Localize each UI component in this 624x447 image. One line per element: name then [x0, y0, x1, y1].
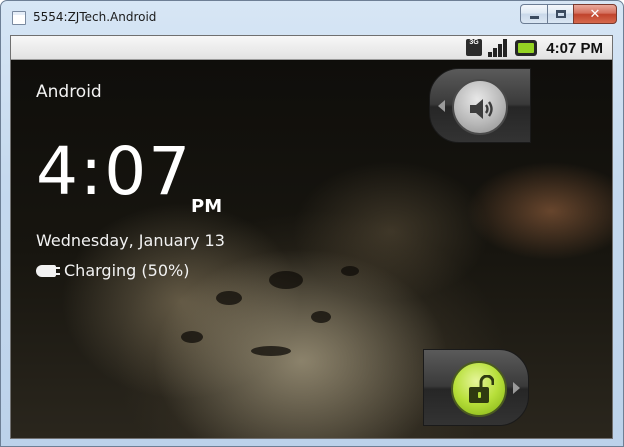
- carrier-label: Android: [36, 82, 102, 102]
- charging-status: Charging (50%): [36, 261, 189, 280]
- app-icon: [12, 11, 26, 25]
- window-title: 5554:ZJTech.Android: [33, 10, 157, 24]
- charging-label: Charging (50%): [64, 261, 190, 280]
- close-button[interactable]: ✕: [573, 4, 617, 24]
- status-bar-time: 4:07 PM: [546, 40, 603, 57]
- status-bar[interactable]: 3G 4:07 PM: [11, 36, 612, 60]
- charging-plug-icon: [36, 264, 60, 277]
- unlock-tab[interactable]: [423, 349, 529, 426]
- clock-ampm: PM: [191, 196, 223, 217]
- battery-charging-icon: [515, 40, 537, 56]
- wallpaper-spot: [216, 291, 242, 305]
- speaker-volume-icon: [470, 99, 493, 119]
- emulator-window: 5554:ZJTech.Android ✕ 3G 4:07 PM Android…: [0, 0, 624, 447]
- arrow-left-icon: [438, 100, 445, 112]
- close-icon: ✕: [589, 6, 601, 21]
- minimize-button[interactable]: [520, 4, 547, 24]
- lock-screen: Android 4:07 PM Wednesday, January 13 Ch…: [11, 61, 612, 438]
- wallpaper-spot: [181, 331, 203, 343]
- sound-toggle-tab[interactable]: [429, 68, 531, 143]
- lock-clock: 4:07: [36, 133, 193, 210]
- maximize-icon: [555, 10, 566, 18]
- maximize-button[interactable]: [547, 4, 573, 24]
- arrow-right-icon: [513, 382, 520, 394]
- lock-date: Wednesday, January 13: [36, 231, 225, 250]
- title-bar[interactable]: 5554:ZJTech.Android ✕: [1, 1, 623, 33]
- wallpaper-spot: [311, 311, 331, 323]
- caption-buttons: ✕: [520, 4, 617, 24]
- minimize-icon: [529, 15, 539, 19]
- wallpaper-spot: [269, 271, 303, 289]
- wallpaper-spot: [251, 346, 291, 356]
- 3g-icon: 3G: [466, 39, 482, 56]
- unlock-knob[interactable]: [451, 361, 507, 417]
- unlocked-padlock-icon: [469, 375, 494, 403]
- device-screen[interactable]: 3G 4:07 PM Android 4:07 PM Wednesday, Ja…: [10, 35, 613, 439]
- signal-strength-icon: [488, 39, 508, 57]
- wallpaper-spot: [341, 266, 359, 276]
- sound-toggle-knob[interactable]: [452, 79, 508, 135]
